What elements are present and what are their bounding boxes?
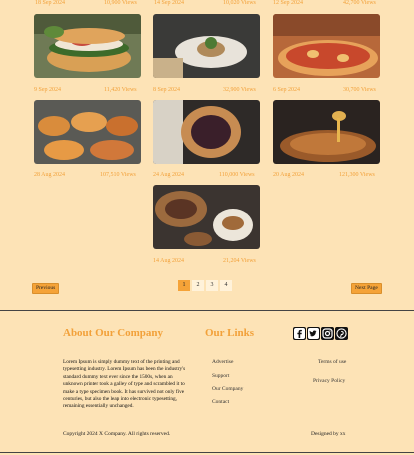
card-date: 9 Sep 2024: [34, 87, 61, 93]
twitter-icon[interactable]: [307, 327, 320, 340]
about-text: Lorem Ipsum is simply dummy text of the …: [63, 359, 186, 410]
card-date: 14 Sep 2024: [154, 0, 184, 6]
instagram-icon[interactable]: [321, 327, 334, 340]
our-company-link[interactable]: Our Company: [212, 386, 243, 392]
designed-by-text: Designed by xx: [311, 431, 346, 437]
berry-galette-photo[interactable]: [153, 100, 260, 164]
pastries-photo[interactable]: [34, 100, 141, 164]
card-views: 32,900 Views: [223, 87, 256, 93]
card-views: 21,204 Views: [223, 258, 256, 264]
copyright-text: Copyright 2024 X Company. All rights res…: [63, 431, 171, 437]
previous-button[interactable]: Previous: [32, 283, 60, 294]
next-page-button[interactable]: Next Page: [351, 283, 382, 294]
tart-photo[interactable]: [273, 14, 380, 78]
support-link[interactable]: Support: [212, 373, 229, 379]
about-heading: About Our Company: [63, 327, 164, 339]
sandwich-photo[interactable]: [34, 14, 141, 78]
page-4-button[interactable]: 4: [220, 280, 232, 291]
card-date: 18 Sep 2024: [35, 0, 65, 6]
page-2-button[interactable]: 2: [192, 280, 204, 291]
card-views: 107,510 Views: [100, 172, 136, 178]
contact-link[interactable]: Contact: [212, 399, 229, 405]
sliced-galette-photo[interactable]: [153, 185, 260, 249]
card-date: 14 Aug 2024: [153, 258, 185, 264]
privacy-policy-link[interactable]: Privacy Policy: [313, 378, 345, 384]
social-icons: [293, 327, 348, 340]
card-date: 24 Aug 2024: [153, 172, 185, 178]
advertise-link[interactable]: Advertise: [212, 359, 233, 365]
honey-pie-photo[interactable]: [273, 100, 380, 164]
card-date: 20 Aug 2024: [273, 172, 305, 178]
footer-divider: [0, 310, 414, 311]
bottom-divider: [0, 452, 414, 453]
card-date: 12 Sep 2024: [273, 0, 303, 6]
card-views: 110,000 Views: [219, 172, 255, 178]
pagination: 1 2 3 4: [178, 280, 232, 291]
links-heading: Our Links: [205, 327, 255, 339]
plated-dish-photo[interactable]: [153, 14, 260, 78]
card-date: 8 Sep 2024: [153, 87, 180, 93]
card-views: 30,700 Views: [343, 87, 376, 93]
card-date: 28 Aug 2024: [34, 172, 66, 178]
terms-of-use-link[interactable]: Terms of use: [318, 359, 346, 365]
page-1-button[interactable]: 1: [178, 280, 190, 291]
card-views: 10,020 Views: [223, 0, 256, 6]
card-views: 10,900 Views: [104, 0, 137, 6]
page-3-button[interactable]: 3: [206, 280, 218, 291]
pinterest-icon[interactable]: [335, 327, 348, 340]
card-views: 42,700 Views: [343, 0, 376, 6]
card-views: 11,420 Views: [104, 87, 137, 93]
facebook-icon[interactable]: [293, 327, 306, 340]
card-views: 121,300 Views: [339, 172, 375, 178]
card-date: 6 Sep 2024: [273, 87, 300, 93]
